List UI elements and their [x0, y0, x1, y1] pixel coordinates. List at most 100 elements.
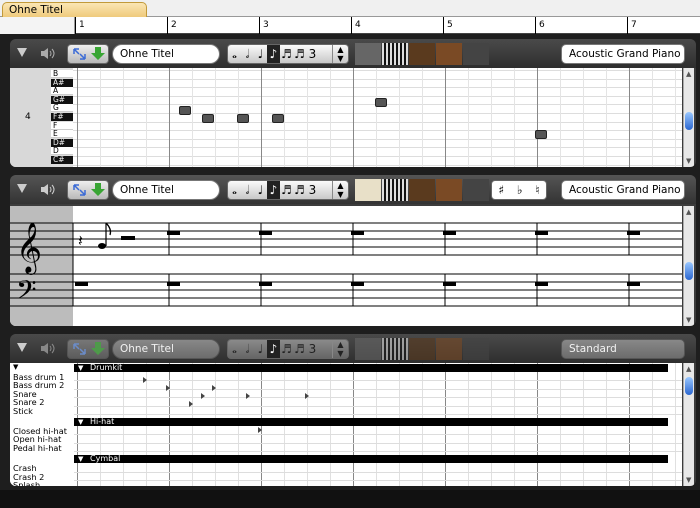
midi-note[interactable] [237, 114, 249, 123]
note-length-selector[interactable]: 𝅝 𝅗𝅥 ♩ ♪ ♬ ♬ 3 ▲ ▼ [227, 180, 349, 200]
note-length-selector[interactable]: 𝅝 𝅗𝅥 ♩ ♪ ♬ ♬ 3 ▲ ▼ [227, 44, 349, 64]
drum-hit[interactable] [258, 427, 262, 433]
whole-note-icon[interactable]: 𝅝 [228, 45, 241, 63]
midi-note[interactable] [375, 98, 387, 107]
flat-icon[interactable]: ♭ [517, 181, 523, 199]
drum-group-header[interactable]: ▼ Cymbal [74, 455, 668, 464]
vertical-scrollbar[interactable]: ▲ ▼ [683, 363, 694, 486]
drum-view-icon[interactable] [436, 179, 462, 201]
quarter-note-icon[interactable]: ♩ [254, 181, 267, 199]
drum-hit[interactable] [246, 393, 250, 399]
guitar-view-icon[interactable] [409, 338, 435, 360]
staff-canvas[interactable]: 𝄞𝄢 𝄽 [10, 206, 682, 326]
piano-key[interactable]: A [51, 87, 73, 96]
stepper-arrows-icon[interactable]: ▲ ▼ [332, 340, 348, 358]
stepper-arrows-icon[interactable]: ▲ ▼ [332, 45, 348, 63]
drum-instrument-label[interactable]: Splash [13, 481, 40, 486]
drum-group-header[interactable]: ▼ Drumkit [74, 364, 668, 372]
whole-note-icon[interactable]: 𝅝 [228, 181, 241, 199]
track-name-field[interactable]: Ohne Titel [112, 180, 220, 200]
piano-key[interactable]: F# [51, 113, 73, 121]
triplet-icon[interactable]: 3 [306, 181, 319, 199]
scroll-up-icon[interactable]: ▲ [686, 70, 691, 78]
natural-icon[interactable]: ♮ [535, 181, 539, 199]
eighth-note-icon[interactable]: ♪ [267, 340, 280, 358]
instrument-selector[interactable]: Standard [561, 339, 685, 359]
piano-roll-area[interactable]: 4 B A# A G# G F# F E D# D C# [10, 68, 682, 167]
eighth-note-icon[interactable]: ♪ [267, 45, 280, 63]
midi-note[interactable] [535, 130, 547, 139]
drum-hit[interactable] [305, 393, 309, 399]
triplet-icon[interactable]: 3 [306, 45, 319, 63]
collapse-all-icon[interactable]: ▼ [13, 363, 18, 371]
drum-view-icon[interactable] [436, 338, 462, 360]
note-length-selector[interactable]: 𝅝 𝅗𝅥 ♩ ♪ ♬ ♬ 3 ▲ ▼ [227, 339, 349, 359]
piano-key[interactable]: E [51, 130, 73, 139]
thirtysecond-note-icon[interactable]: ♬ [293, 340, 306, 358]
drum-hit[interactable] [189, 401, 193, 407]
scroll-down-icon[interactable]: ▼ [686, 157, 691, 165]
vertical-scrollbar[interactable]: ▲ ▼ [683, 206, 694, 326]
scroll-up-icon[interactable]: ▲ [686, 208, 691, 216]
score-view-icon[interactable] [355, 43, 381, 65]
view-mode-selector[interactable] [355, 179, 489, 201]
view-mode-selector[interactable] [355, 43, 489, 65]
piano-key[interactable]: C# [51, 156, 73, 164]
collapse-icon[interactable] [17, 184, 27, 193]
drum-instrument-label[interactable]: Pedal hi-hat [13, 443, 62, 452]
drum-view-icon[interactable] [436, 43, 462, 65]
scroll-thumb[interactable] [685, 262, 693, 280]
track-name-field[interactable]: Ohne Titel [112, 339, 220, 359]
drum-group-header[interactable]: ▼ Hi-hat [74, 418, 668, 426]
speaker-icon[interactable] [40, 47, 56, 60]
half-note-icon[interactable]: 𝅗𝅥 [241, 181, 254, 199]
guitar-view-icon[interactable] [409, 179, 435, 201]
scroll-down-icon[interactable]: ▼ [686, 476, 691, 484]
speaker-icon[interactable] [40, 342, 56, 355]
note-grid[interactable] [73, 68, 682, 167]
other-view-icon[interactable] [463, 338, 489, 360]
note-head[interactable] [98, 243, 106, 249]
piano-view-icon[interactable] [382, 43, 408, 65]
scroll-down-icon[interactable]: ▼ [686, 316, 691, 324]
group-collapse-icon[interactable]: ▼ [78, 455, 83, 463]
track-name-field[interactable]: Ohne Titel [112, 44, 220, 64]
expand-button[interactable] [67, 180, 109, 200]
quarter-note-icon[interactable]: ♩ [254, 340, 267, 358]
midi-note[interactable] [272, 114, 284, 123]
piano-key[interactable]: B [51, 70, 73, 78]
sharp-icon[interactable]: ♯ [498, 181, 504, 199]
sixteenth-note-icon[interactable]: ♬ [280, 340, 293, 358]
tab-document[interactable]: Ohne Titel [2, 2, 147, 18]
drum-hit[interactable] [212, 385, 216, 391]
collapse-icon[interactable] [17, 343, 27, 352]
piano-view-icon[interactable] [382, 179, 408, 201]
piano-view-icon[interactable] [382, 338, 408, 360]
accidental-selector[interactable]: ♯ ♭ ♮ [491, 180, 547, 200]
collapse-icon[interactable] [17, 48, 27, 57]
scroll-thumb[interactable] [685, 112, 693, 130]
thirtysecond-note-icon[interactable]: ♬ [293, 45, 306, 63]
drum-hit[interactable] [166, 385, 170, 391]
midi-note[interactable] [202, 114, 214, 123]
half-note-icon[interactable]: 𝅗𝅥 [241, 45, 254, 63]
drum-hit[interactable] [201, 393, 205, 399]
instrument-selector[interactable]: Acoustic Grand Piano [561, 180, 685, 200]
drum-area[interactable]: ▼ Bass drum 1 Bass drum 2 Snare Snare 2 Stic… [10, 363, 682, 486]
quarter-note-icon[interactable]: ♩ [254, 45, 267, 63]
other-view-icon[interactable] [463, 43, 489, 65]
sixteenth-note-icon[interactable]: ♬ [280, 45, 293, 63]
score-view-icon[interactable] [355, 179, 381, 201]
expand-button[interactable] [67, 339, 109, 359]
stepper-arrows-icon[interactable]: ▲ ▼ [332, 181, 348, 199]
other-view-icon[interactable] [463, 179, 489, 201]
speaker-icon[interactable] [40, 183, 56, 196]
thirtysecond-note-icon[interactable]: ♬ [293, 181, 306, 199]
half-note-icon[interactable]: 𝅗𝅥 [241, 340, 254, 358]
scroll-up-icon[interactable]: ▲ [686, 365, 691, 373]
whole-note-icon[interactable]: 𝅝 [228, 340, 241, 358]
midi-note[interactable] [179, 106, 191, 115]
expand-button[interactable] [67, 44, 109, 64]
group-collapse-icon[interactable]: ▼ [78, 418, 83, 426]
vertical-scrollbar[interactable]: ▲ ▼ [683, 68, 694, 167]
